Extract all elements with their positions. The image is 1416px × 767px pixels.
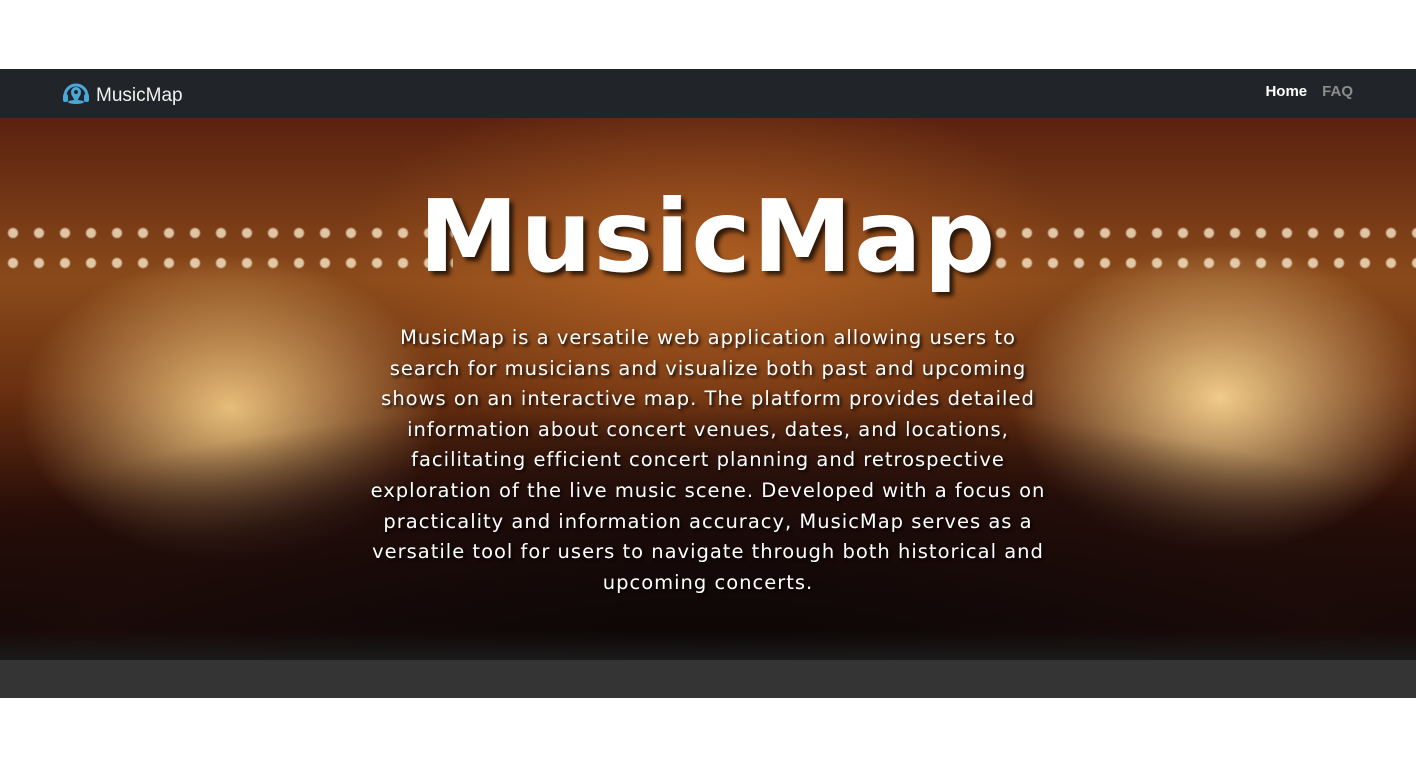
brand-name: MusicMap — [96, 85, 183, 106]
footer-band — [0, 660, 1416, 698]
hero-title: MusicMap — [418, 178, 998, 295]
nav-home-link[interactable]: Home — [1265, 83, 1307, 100]
hero-description: MusicMap is a versatile web application … — [370, 326, 1046, 594]
nav-faq-link[interactable]: FAQ — [1322, 83, 1353, 100]
hero-fade — [0, 630, 1416, 660]
nav-links: Home FAQ — [1265, 83, 1353, 100]
map-pin-headphones-icon — [62, 81, 90, 111]
navbar: MusicMap Home FAQ — [0, 69, 1416, 118]
hero-section: MusicMap MusicMap is a versatile web app… — [0, 118, 1416, 660]
brand-link[interactable]: MusicMap — [62, 81, 183, 111]
